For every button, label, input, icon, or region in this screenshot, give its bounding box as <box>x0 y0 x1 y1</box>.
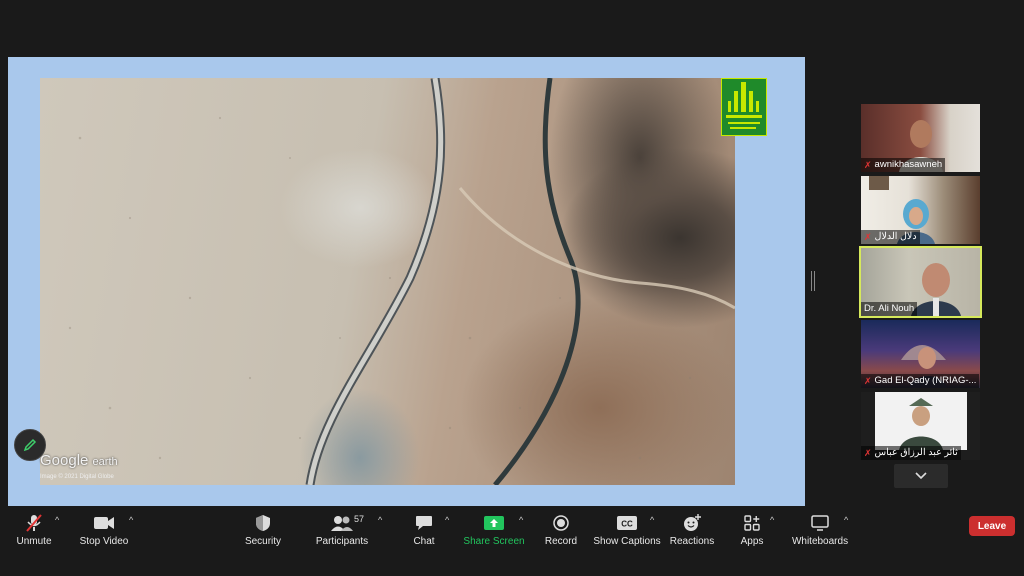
participants-icon <box>331 516 353 531</box>
participant-tile[interactable]: ✗ awnikhasawneh <box>861 104 980 172</box>
share-screen-button[interactable]: Share Screen <box>463 506 525 566</box>
scroll-participants-down-button[interactable] <box>894 464 948 488</box>
participant-name: دلال الدلال <box>874 231 917 242</box>
record-icon <box>553 515 569 531</box>
mic-muted-icon: ✗ <box>864 232 872 242</box>
share-screen-icon <box>484 516 504 530</box>
chat-label: Chat <box>413 536 435 547</box>
stop-video-label: Stop Video <box>79 536 129 547</box>
apps-button[interactable]: Apps <box>738 506 766 566</box>
participant-tile[interactable]: ✗ ثائر عبد الرزاق عباس <box>861 392 980 460</box>
whiteboards-label: Whiteboards <box>791 536 849 547</box>
participant-name-tag: ✗ دلال الدلال <box>861 230 920 244</box>
record-label: Record <box>544 536 578 547</box>
chat-icon <box>416 516 432 530</box>
security-button[interactable]: Security <box>244 506 282 566</box>
chat-button[interactable]: Chat <box>410 506 438 566</box>
satellite-image <box>40 78 735 485</box>
participant-name-tag: ✗ Gad El-Qady (NRIAG-... <box>861 374 980 388</box>
show-captions-button[interactable]: CC Show Captions <box>593 506 661 566</box>
captions-options-caret[interactable]: ^ <box>650 515 654 525</box>
google-earth-watermark: Google earth <box>40 452 118 469</box>
participant-name: awnikhasawneh <box>874 159 943 170</box>
watermark-brand: Google <box>40 452 89 469</box>
reactions-button[interactable]: Reactions <box>669 506 715 566</box>
pencil-icon <box>23 438 37 452</box>
whiteboards-button[interactable]: Whiteboards <box>792 506 848 566</box>
stop-video-button[interactable]: Stop Video <box>80 506 128 566</box>
whiteboards-options-caret[interactable]: ^ <box>844 515 848 525</box>
unmute-button[interactable]: Unmute <box>14 506 54 566</box>
annotate-button[interactable] <box>14 429 46 461</box>
mic-muted-icon <box>26 514 42 532</box>
unmute-label: Unmute <box>16 536 52 547</box>
university-logo <box>721 78 767 136</box>
show-captions-label: Show Captions <box>593 536 661 547</box>
participant-tile[interactable]: ✗ Gad El-Qady (NRIAG-... <box>861 320 980 388</box>
participant-name: Dr. Ali Nouh <box>864 303 915 314</box>
participant-name-tag: ✗ awnikhasawneh <box>861 158 946 172</box>
participants-options-caret[interactable]: ^ <box>378 515 382 525</box>
chevron-down-icon <box>915 472 927 480</box>
record-button[interactable]: Record <box>544 506 578 566</box>
mic-muted-icon: ✗ <box>864 376 872 386</box>
watermark-product: earth <box>92 456 118 468</box>
smiley-icon <box>684 514 701 531</box>
video-options-caret[interactable]: ^ <box>129 515 133 525</box>
security-label: Security <box>244 536 282 547</box>
participants-label: Participants <box>315 536 369 547</box>
participants-count: 57 <box>354 514 365 524</box>
participant-name: Gad El-Qady (NRIAG-... <box>874 375 977 386</box>
leave-button[interactable]: Leave <box>969 516 1015 536</box>
mic-muted-icon: ✗ <box>864 448 872 458</box>
participant-tile-active-speaker[interactable]: Dr. Ali Nouh <box>859 246 982 318</box>
meeting-toolbar: Unmute ^ Stop Video ^ Security Participa… <box>0 506 1024 576</box>
svg-text:CC: CC <box>621 520 633 529</box>
audio-options-caret[interactable]: ^ <box>55 515 59 525</box>
share-options-caret[interactable]: ^ <box>519 515 523 525</box>
apps-icon <box>744 515 760 531</box>
participant-name-tag: Dr. Ali Nouh <box>861 302 918 316</box>
apps-options-caret[interactable]: ^ <box>770 515 774 525</box>
whiteboard-icon <box>811 515 829 531</box>
reactions-label: Reactions <box>669 536 715 547</box>
video-camera-icon <box>94 517 114 529</box>
mic-muted-icon: ✗ <box>864 160 872 170</box>
participant-tile[interactable]: ✗ دلال الدلال <box>861 176 980 244</box>
participant-name-tag: ✗ ثائر عبد الرزاق عباس <box>861 446 961 460</box>
participant-name: ثائر عبد الرزاق عباس <box>874 447 958 458</box>
apps-label: Apps <box>740 536 764 547</box>
shield-icon <box>256 515 270 531</box>
watermark-credit: Image © 2021 Digital Globe <box>40 474 114 480</box>
share-screen-label: Share Screen <box>463 536 525 547</box>
panel-resize-handle[interactable] <box>811 271 815 291</box>
chat-options-caret[interactable]: ^ <box>445 515 449 525</box>
closed-captions-icon: CC <box>617 516 637 530</box>
